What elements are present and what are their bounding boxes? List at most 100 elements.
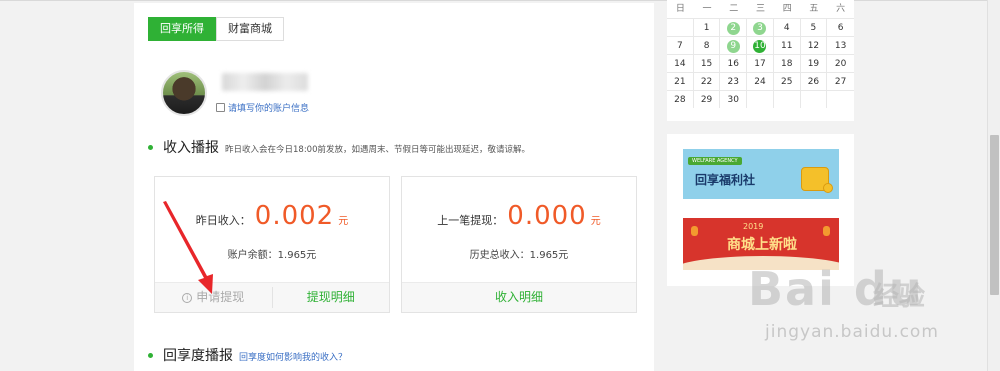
watermark-cn: 经验 bbox=[873, 282, 926, 312]
last-withdraw-unit: 元 bbox=[590, 216, 601, 227]
calendar-weekday: 二 bbox=[729, 4, 739, 14]
calendar-day[interactable]: 18 bbox=[773, 54, 801, 72]
username-blurred bbox=[222, 73, 308, 91]
calendar-day[interactable]: 28 bbox=[667, 90, 694, 108]
calendar-day[interactable]: 13 bbox=[827, 36, 854, 54]
calendar-day-number: 24 bbox=[754, 77, 766, 87]
calendar-day[interactable]: 4 bbox=[773, 18, 801, 36]
calendar-day[interactable]: 17 bbox=[747, 54, 774, 72]
calendar-day[interactable]: 7 bbox=[667, 36, 694, 54]
calendar-day[interactable]: 6 bbox=[827, 18, 854, 36]
income-section-title: 收入播报 bbox=[163, 140, 219, 156]
calendar-day[interactable]: 23 bbox=[720, 72, 748, 90]
calendar-day[interactable]: 2 bbox=[720, 18, 748, 36]
calendar-day-number: 11 bbox=[780, 41, 793, 51]
vertical-scrollbar[interactable] bbox=[987, 0, 1000, 371]
lantern-icon bbox=[691, 226, 698, 236]
calendar-weekday: 四 bbox=[782, 4, 792, 14]
welfare-ribbon: WELFARE AGENCY bbox=[688, 157, 742, 165]
calendar-day bbox=[827, 90, 854, 108]
last-withdraw-metric: 上一笔提现： 0.000 元 bbox=[402, 201, 636, 231]
calendar-weekday: 一 bbox=[702, 4, 712, 14]
last-withdraw-value: 0.000 bbox=[507, 201, 587, 231]
calendar-day[interactable]: 30 bbox=[720, 90, 748, 108]
calendar-day-number: 15 bbox=[700, 59, 713, 69]
calendar-day[interactable]: 14 bbox=[667, 54, 694, 72]
calendar-day[interactable]: 16 bbox=[720, 54, 748, 72]
calendar-day[interactable]: 19 bbox=[800, 54, 828, 72]
tab-bar: 回享所得 财富商城 bbox=[148, 17, 284, 41]
last-withdraw-card: 上一笔提现： 0.000 元 历史总收入：1.965元 收入明细 bbox=[401, 176, 637, 313]
account-info-label: 请填写你的账户信息 bbox=[228, 104, 310, 114]
calendar-day-number: 4 bbox=[783, 23, 790, 33]
coin-icon bbox=[823, 183, 833, 193]
calendar-day[interactable]: 3 bbox=[747, 18, 774, 36]
calendar-day[interactable]: 24 bbox=[747, 72, 774, 90]
share-section-title: 回享度播报 bbox=[163, 348, 233, 364]
account-info-link[interactable]: 请填写你的账户信息 bbox=[216, 101, 309, 114]
calendar-weekday: 三 bbox=[755, 4, 765, 14]
calendar-day-number: 29 bbox=[700, 95, 713, 105]
calendar-day[interactable]: 29 bbox=[693, 90, 721, 108]
calendar-day[interactable]: 22 bbox=[693, 72, 721, 90]
calendar-day bbox=[800, 90, 828, 108]
calendar-grid: 日一二三四五六 1 2 3 4 5 6 7 8 9 10 11 12 13 14 15 16 17 18 19 20 21… bbox=[667, 0, 854, 108]
calendar-day[interactable]: 11 bbox=[773, 36, 801, 54]
calendar-day-number: 26 bbox=[807, 77, 820, 87]
watermark-url: jingyan.baidu.com bbox=[765, 322, 939, 342]
calendar-day-number: 14 bbox=[674, 59, 686, 69]
withdraw-detail-button[interactable]: 提现明细 bbox=[273, 283, 390, 312]
calendar-day-number: 19 bbox=[807, 59, 820, 69]
calendar-day-number: 22 bbox=[700, 77, 713, 87]
calendar-day-number: 18 bbox=[780, 59, 793, 69]
calendar-day[interactable]: 21 bbox=[667, 72, 694, 90]
calendar-day-number: 10 bbox=[753, 40, 767, 53]
calendar-day[interactable]: 25 bbox=[773, 72, 801, 90]
red-arrow-annotation-icon bbox=[163, 201, 213, 294]
calendar-day-number: 8 bbox=[703, 41, 710, 51]
share-help-link[interactable]: 回享度如何影响我的收入？ bbox=[239, 350, 347, 363]
calendar-day-number: 17 bbox=[754, 59, 766, 69]
tab-huixiang-income[interactable]: 回享所得 bbox=[148, 17, 216, 41]
withdraw-card-footer: 收入明细 bbox=[402, 282, 636, 312]
calendar-day[interactable]: 10 bbox=[747, 36, 774, 54]
calendar-day-number: 27 bbox=[834, 77, 847, 87]
calendar-day[interactable]: 15 bbox=[693, 54, 721, 72]
edit-icon bbox=[216, 103, 225, 112]
calendar-day-number: 3 bbox=[753, 22, 767, 35]
baidu-jingyan-watermark: Bai du 经验 jingyan.baidu.com bbox=[740, 262, 975, 354]
calendar-day[interactable]: 8 bbox=[693, 36, 721, 54]
welfare-banner[interactable]: WELFARE AGENCY 回享福利社 bbox=[683, 149, 839, 199]
calendar-day[interactable]: 20 bbox=[827, 54, 854, 72]
section-dot-icon bbox=[148, 144, 153, 150]
calendar-day-number: 1 bbox=[703, 23, 710, 33]
calendar-day-number bbox=[834, 91, 847, 104]
section-dot-icon bbox=[148, 352, 153, 358]
calendar-day[interactable]: 27 bbox=[827, 72, 854, 90]
main-panel: 回享所得 财富商城 请填写你的账户信息 收入播报 昨日收入会在今日18:00前发… bbox=[134, 3, 654, 371]
calendar-day-number: 2 bbox=[726, 22, 740, 35]
calendar-weekday: 六 bbox=[836, 4, 846, 14]
calendar-day[interactable]: 1 bbox=[693, 18, 721, 36]
scrollbar-thumb[interactable] bbox=[990, 135, 999, 295]
lantern-icon bbox=[823, 226, 830, 236]
calendar-day-number: 5 bbox=[810, 23, 817, 33]
yesterday-income-unit: 元 bbox=[338, 216, 349, 227]
calendar-day[interactable]: 12 bbox=[800, 36, 828, 54]
tab-wealth-mall[interactable]: 财富商城 bbox=[216, 17, 284, 41]
calendar: 日一二三四五六 1 2 3 4 5 6 7 8 9 10 11 12 13 14 15 16 17 18 19 20 21… bbox=[667, 0, 854, 121]
calendar-day-number: 13 bbox=[834, 41, 847, 51]
calendar-day[interactable]: 9 bbox=[720, 36, 748, 54]
calendar-day-number bbox=[753, 91, 766, 104]
calendar-day bbox=[773, 90, 801, 108]
calendar-day-number: 30 bbox=[727, 95, 739, 105]
calendar-day-number bbox=[780, 91, 793, 104]
total-income: 历史总收入：1.965元 bbox=[469, 250, 569, 261]
calendar-day-number: 20 bbox=[834, 59, 847, 69]
calendar-day[interactable]: 5 bbox=[800, 18, 828, 36]
calendar-day[interactable]: 26 bbox=[800, 72, 828, 90]
avatar bbox=[161, 70, 207, 116]
income-detail-button[interactable]: 收入明细 bbox=[402, 283, 636, 312]
calendar-weekday: 五 bbox=[809, 4, 819, 14]
yesterday-income-value: 0.002 bbox=[254, 201, 335, 231]
